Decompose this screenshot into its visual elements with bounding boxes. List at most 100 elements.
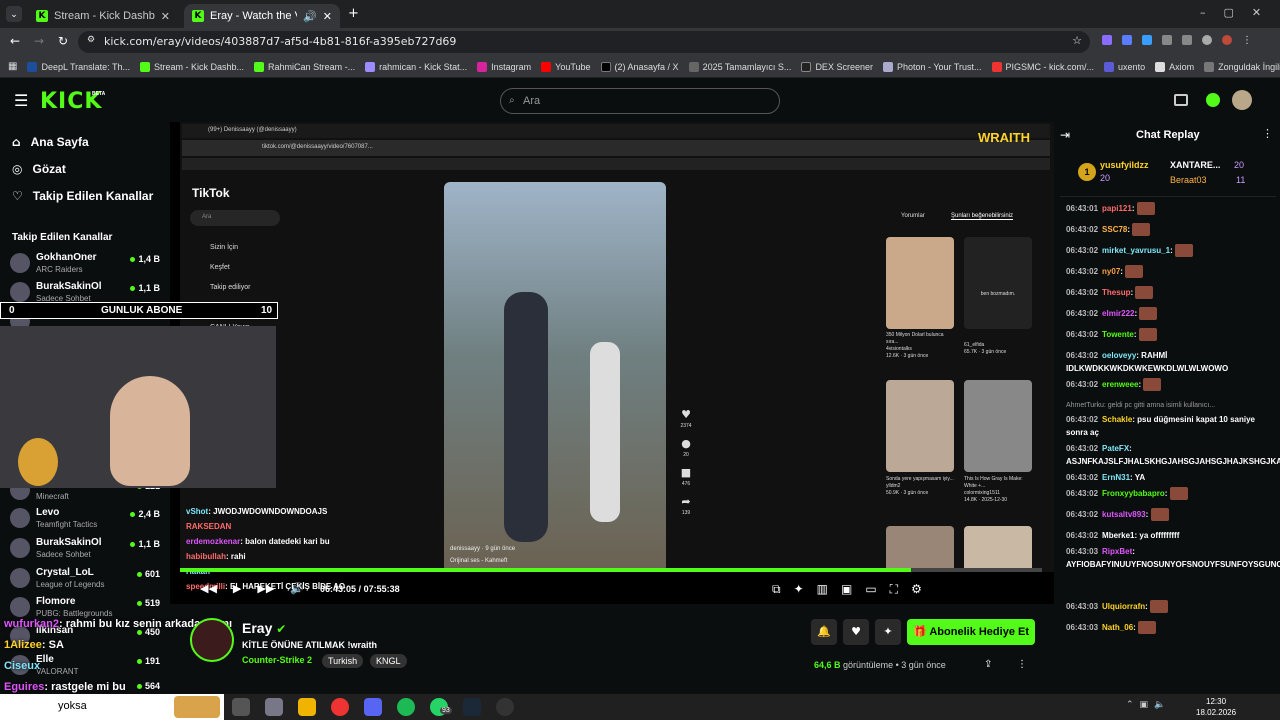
skip-forward-icon[interactable]: ▶▶ bbox=[257, 582, 274, 595]
more-icon[interactable]: ⋮ bbox=[1017, 659, 1027, 670]
chat-message-list[interactable]: 06:43:01 papi121: 06:43:02 SSC78: 06:43:02… bbox=[1056, 200, 1280, 694]
bookmark-item[interactable]: Stream - Kick Dashb... bbox=[140, 61, 244, 72]
bookmark-item[interactable]: DEX Screener bbox=[801, 61, 873, 72]
pip-icon[interactable]: ▣ bbox=[841, 582, 852, 597]
new-tab-icon[interactable]: + bbox=[348, 6, 359, 21]
bookmark-item[interactable]: 2025 Tamamlayıcı S... bbox=[688, 61, 791, 72]
chat-username[interactable]: ny07 bbox=[1102, 267, 1120, 276]
extensions-puzzle-icon[interactable] bbox=[1162, 35, 1172, 45]
chat-username[interactable]: SSC78 bbox=[1102, 225, 1127, 234]
copilot-icon[interactable] bbox=[265, 698, 283, 716]
chat-username[interactable]: Mberke1 bbox=[1102, 531, 1134, 540]
steam-icon[interactable] bbox=[463, 698, 481, 716]
kick-coin-icon[interactable] bbox=[1206, 93, 1220, 107]
profile-avatar[interactable] bbox=[1222, 35, 1232, 45]
chat-username[interactable]: PateFX bbox=[1102, 444, 1129, 453]
notification-bell-button[interactable]: 🔔 bbox=[811, 619, 837, 645]
tv-icon[interactable] bbox=[1174, 94, 1188, 106]
hamburger-menu-icon[interactable]: ☰ bbox=[14, 91, 28, 110]
bookmark-item[interactable]: (2) Anasayfa / X bbox=[600, 61, 679, 72]
boost-button[interactable]: ✦ bbox=[875, 619, 901, 645]
play-icon[interactable]: ▶ bbox=[233, 582, 241, 595]
bookmark-item[interactable]: rahmican - Kick Stat... bbox=[365, 61, 467, 72]
obs-icon[interactable] bbox=[496, 698, 514, 716]
discord-icon[interactable] bbox=[364, 698, 382, 716]
fullscreen-icon[interactable]: ⛶ bbox=[890, 582, 898, 597]
close-tab-icon[interactable]: ✕ bbox=[323, 10, 332, 23]
nav-following[interactable]: ♡ Takip Edilen Kanallar bbox=[12, 189, 153, 203]
gift-subscription-button[interactable]: 🎁 Abonelik Hediye Et bbox=[907, 619, 1035, 645]
stream-tag[interactable]: KNGL bbox=[370, 654, 407, 668]
sidebar-channel[interactable]: Levo Teamfight Tactics 2,4 B bbox=[10, 505, 160, 533]
extension-icon[interactable] bbox=[1142, 35, 1152, 45]
sidebar-channel[interactable]: GokhanOner ARC Raiders 1,4 B bbox=[10, 250, 160, 278]
bookmark-star-icon[interactable]: ☆ bbox=[1072, 34, 1082, 47]
url-input[interactable]: ⚙ kick.com/eray/videos/403887d7-af5d-4b8… bbox=[78, 31, 1090, 53]
nav-browse[interactable]: ◎ Gözat bbox=[12, 162, 66, 176]
sidebar-channel[interactable]: BurakSakinOl Sadece Sohbet 1,1 B bbox=[10, 535, 160, 563]
tab-search-button[interactable]: ⌄ bbox=[6, 6, 22, 22]
chat-username[interactable]: kutsaltv893 bbox=[1102, 510, 1146, 519]
user-avatar[interactable] bbox=[1232, 90, 1252, 110]
chat-username[interactable]: Towente bbox=[1102, 330, 1134, 339]
chat-username[interactable]: oeloveyy bbox=[1102, 351, 1136, 360]
bookmark-item[interactable]: DeepL Translate: Th... bbox=[27, 61, 130, 72]
apps-grid-icon[interactable]: ▦ bbox=[8, 61, 17, 72]
task-view-icon[interactable] bbox=[232, 698, 250, 716]
file-explorer-icon[interactable] bbox=[298, 698, 316, 716]
reload-icon[interactable]: ↻ bbox=[58, 34, 68, 48]
streamer-avatar[interactable] bbox=[190, 618, 234, 662]
chat-username[interactable]: erenweee bbox=[1102, 380, 1138, 389]
skip-back-icon[interactable]: ◀◀ bbox=[200, 582, 217, 595]
bookmark-item[interactable]: Axiom bbox=[1155, 61, 1194, 72]
stats-icon[interactable]: ▥ bbox=[817, 582, 828, 597]
bookmark-item[interactable]: uxento bbox=[1104, 61, 1145, 72]
stream-category[interactable]: Counter-Strike 2 bbox=[242, 655, 312, 665]
progress-track[interactable] bbox=[180, 568, 1042, 572]
back-icon[interactable]: ← bbox=[10, 34, 20, 48]
bookmark-item[interactable]: Photon - Your Trust... bbox=[882, 61, 982, 72]
share-icon[interactable]: ⇪ bbox=[984, 659, 992, 670]
chat-username[interactable]: mirket_yavrusu_1 bbox=[1102, 246, 1170, 255]
streamer-name[interactable]: Eray ✔ bbox=[242, 620, 286, 636]
sparkle-icon[interactable]: ✦ bbox=[794, 582, 804, 597]
settings-gear-icon[interactable]: ⚙ bbox=[911, 582, 922, 597]
system-clock[interactable]: 12:30 18.02.2026 bbox=[1196, 696, 1236, 718]
download-icon[interactable] bbox=[1202, 35, 1212, 45]
follow-button[interactable]: ♥ bbox=[843, 619, 869, 645]
system-tray-icons[interactable]: ⌃▣🔈 bbox=[1126, 700, 1171, 710]
spotify-icon[interactable] bbox=[397, 698, 415, 716]
chat-username[interactable]: Ulquiorrafn bbox=[1102, 602, 1145, 611]
chat-username[interactable]: Thesup bbox=[1102, 288, 1130, 297]
site-info-icon[interactable]: ⚙ bbox=[87, 35, 95, 45]
chat-menu-icon[interactable]: ⋮ bbox=[1262, 127, 1273, 140]
extension-icon[interactable] bbox=[1122, 35, 1132, 45]
chrome-icon[interactable] bbox=[331, 698, 349, 716]
menu-dots-icon[interactable]: ⋮ bbox=[1242, 35, 1252, 46]
reading-list-icon[interactable] bbox=[1182, 35, 1192, 45]
collapse-chat-icon[interactable]: ⇥ bbox=[1060, 128, 1070, 142]
tab-kick-dashboard[interactable]: K Stream - Kick Dashboard ✕ bbox=[28, 4, 178, 28]
stream-tag[interactable]: Turkish bbox=[322, 654, 364, 668]
theater-icon[interactable]: ▭ bbox=[865, 582, 876, 597]
chat-username[interactable]: papi121 bbox=[1102, 204, 1132, 213]
audio-icon[interactable]: 🔊 bbox=[303, 10, 317, 23]
bookmark-item[interactable]: Zonguldak İngilizce... bbox=[1204, 61, 1280, 72]
window-controls[interactable]: –▢✕ bbox=[1200, 6, 1279, 19]
extension-icon[interactable] bbox=[1102, 35, 1112, 45]
chat-username[interactable]: ErnN31 bbox=[1102, 473, 1130, 482]
chat-username[interactable]: Nath_06 bbox=[1102, 623, 1133, 632]
volume-icon[interactable]: 🔊 bbox=[290, 582, 304, 595]
chat-username[interactable]: elmir222 bbox=[1102, 309, 1134, 318]
chat-username[interactable]: Schakle bbox=[1102, 415, 1132, 424]
nav-home[interactable]: ⌂ Ana Sayfa bbox=[12, 135, 89, 149]
bookmark-item[interactable]: YouTube bbox=[541, 61, 591, 72]
clip-icon[interactable]: ⧉ bbox=[772, 582, 781, 597]
chat-username[interactable]: RipxBet bbox=[1102, 547, 1132, 556]
bookmark-item[interactable]: RahmiCan Stream -... bbox=[254, 61, 355, 72]
search-input[interactable]: ⌕ Ara bbox=[500, 88, 780, 114]
chat-username[interactable]: Fronxyybabapro bbox=[1102, 489, 1165, 498]
tab-eray-vod[interactable]: K Eray - Watch the VOD on K 🔊 ✕ bbox=[184, 4, 340, 28]
forward-icon[interactable]: → bbox=[34, 34, 44, 48]
bookmark-item[interactable]: Instagram bbox=[477, 61, 531, 72]
